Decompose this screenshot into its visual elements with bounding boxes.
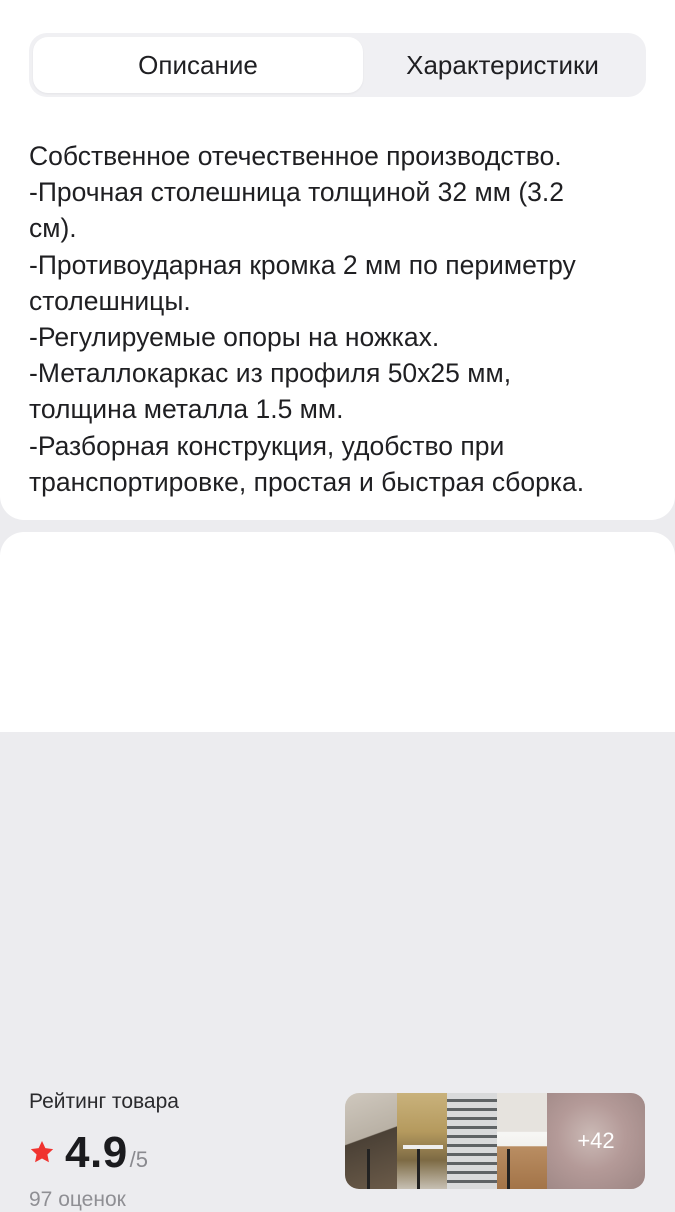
rating-card[interactable]: Рейтинг товара 4.9 /5 97 оценок +42	[0, 532, 675, 1211]
description-line: -Разборная конструкция, удобство при	[29, 430, 505, 461]
product-description: Собственное отечественное производство. …	[29, 138, 649, 500]
rating-title: Рейтинг товара	[29, 1090, 179, 1113]
photo-detail	[403, 1145, 443, 1149]
review-photo[interactable]	[447, 1093, 497, 1189]
review-photo[interactable]	[345, 1093, 397, 1189]
description-line: толщина металла 1.5 мм.	[29, 394, 344, 425]
tab-switcher: Описание Характеристики	[29, 33, 646, 97]
rating-summary: 4.9 /5	[29, 1128, 149, 1177]
description-line: транспортировке, простая и быстрая сборк…	[29, 466, 585, 497]
description-line: -Прочная столешница толщиной 32 мм (3.2	[29, 177, 564, 208]
description-line: -Противоударная кромка 2 мм по периметру	[29, 249, 576, 280]
review-photo-gallery[interactable]: +42	[345, 1093, 645, 1189]
description-line: -Регулируемые опоры на ножках.	[29, 322, 440, 353]
rating-count[interactable]: 97 оценок	[29, 1188, 126, 1212]
more-photos-count: +42	[577, 1128, 615, 1153]
review-photo[interactable]	[497, 1093, 547, 1189]
description-line: Собственное отечественное производство.	[29, 141, 562, 171]
description-line: столешницы.	[29, 285, 191, 316]
star-icon	[30, 1140, 54, 1163]
rating-score: 4.9	[65, 1128, 128, 1177]
product-info-card: Описание Характеристики Собственное отеч…	[0, 0, 675, 520]
photo-detail	[417, 1149, 420, 1189]
tab-description[interactable]: Описание	[33, 37, 363, 93]
photo-detail	[507, 1149, 510, 1189]
description-line: см).	[29, 213, 77, 244]
review-photo[interactable]	[397, 1093, 447, 1189]
photo-detail	[367, 1149, 370, 1189]
tab-specifications[interactable]: Характеристики	[363, 37, 642, 93]
rating-max: /5	[129, 1147, 149, 1172]
more-photos-button[interactable]: +42	[547, 1093, 645, 1189]
description-line: -Металлокаркас из профиля 50х25 мм,	[29, 358, 512, 389]
